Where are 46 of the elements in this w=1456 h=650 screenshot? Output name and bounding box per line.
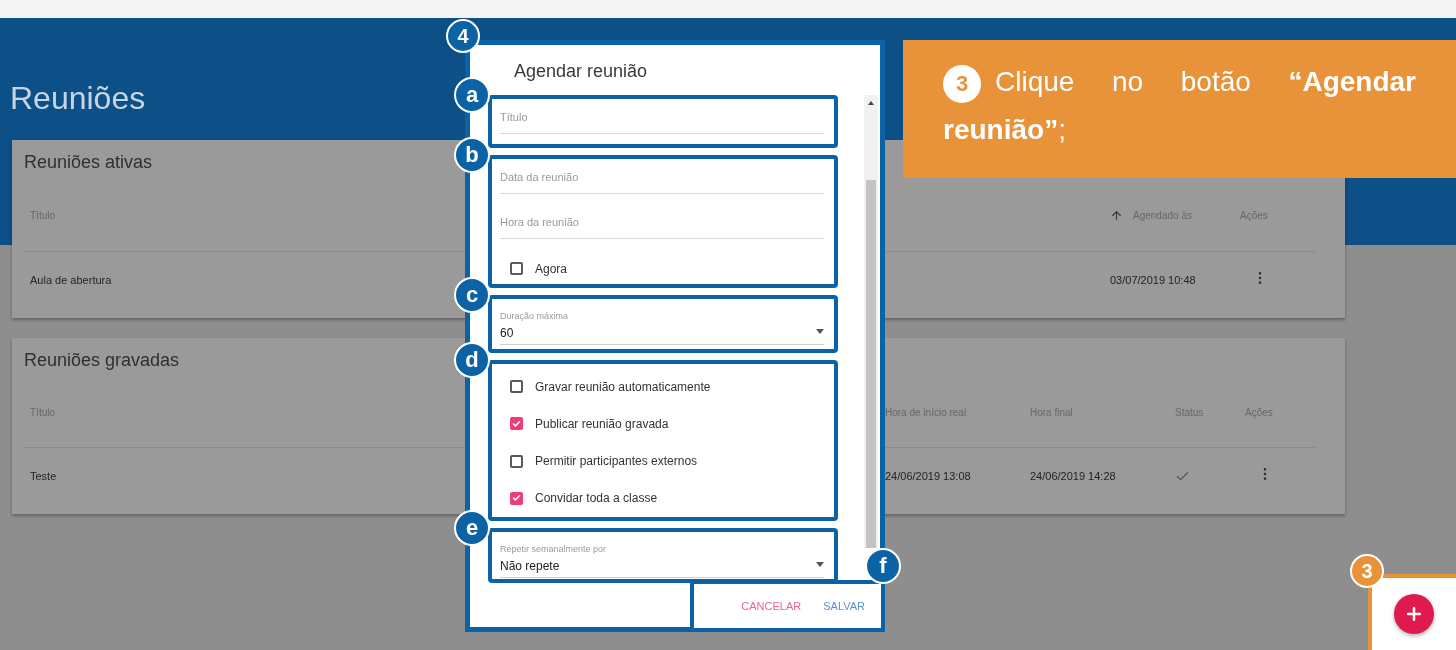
letter-badge: a bbox=[454, 77, 490, 113]
text-input[interactable]: Hora da reunião bbox=[500, 216, 695, 228]
scrollbar-thumb[interactable] bbox=[866, 180, 876, 548]
table-cell: Aula de abertura bbox=[30, 274, 112, 286]
card-title: Reuniões gravadas bbox=[24, 350, 180, 371]
plus-icon bbox=[1404, 604, 1424, 624]
table-cell: 03/07/2019 10:48 bbox=[1110, 274, 1196, 286]
select-label: Repetir semanalmente por bbox=[500, 544, 607, 554]
checkbox[interactable] bbox=[510, 380, 523, 394]
checkbox-label: Gravar reunião automaticamente bbox=[535, 379, 711, 394]
checkbox-label: Permitir participantes externos bbox=[535, 454, 698, 469]
checkbox[interactable] bbox=[510, 417, 523, 431]
checkbox[interactable] bbox=[510, 262, 523, 275]
select-label: Duração máxima bbox=[500, 311, 569, 321]
table-cell: 24/06/2019 13:08 bbox=[885, 470, 971, 482]
checkbox[interactable] bbox=[510, 491, 523, 505]
text-field[interactable]: Data da reunião bbox=[500, 163, 824, 194]
add-button[interactable] bbox=[1394, 594, 1434, 634]
step-badge: 3 bbox=[943, 64, 981, 103]
checkbox-label: Agora bbox=[535, 261, 568, 276]
text-field[interactable]: Título bbox=[500, 103, 824, 134]
text-input[interactable]: Título bbox=[500, 111, 695, 123]
checkbox-label: Publicar reunião gravada bbox=[535, 416, 669, 431]
page-title: Reuniões bbox=[10, 80, 146, 117]
save-button[interactable]: SALVAR bbox=[823, 596, 865, 616]
cancel-button[interactable]: CANCELAR bbox=[741, 596, 802, 616]
select-field[interactable]: Duração máxima 60 bbox=[500, 307, 824, 345]
table-cell: Teste bbox=[30, 470, 57, 482]
callout-text: 3 Clique no botão “Agendar reunião”; bbox=[943, 63, 1416, 147]
select-field[interactable]: Repetir semanalmente por Não repete bbox=[500, 540, 824, 578]
checkbox-label: Convidar toda a classe bbox=[535, 491, 658, 506]
checkbox[interactable] bbox=[510, 454, 523, 468]
card-title: Reuniões ativas bbox=[24, 152, 153, 173]
select-value: 60 bbox=[500, 326, 514, 340]
scrollbar[interactable] bbox=[864, 95, 878, 548]
dialog-title: Agendar reunião bbox=[514, 61, 648, 82]
scroll-up-icon[interactable] bbox=[868, 101, 874, 105]
letter-badge: f bbox=[865, 548, 901, 584]
text-field[interactable]: Hora da reunião bbox=[500, 208, 824, 239]
caret-icon bbox=[816, 329, 824, 334]
text-input[interactable]: Data da reunião bbox=[500, 171, 695, 183]
caret-icon bbox=[816, 562, 824, 567]
table-cell: 24/06/2019 14:28 bbox=[1030, 470, 1116, 482]
letter-badge: e bbox=[454, 510, 490, 546]
select-value: Não repete bbox=[500, 559, 560, 573]
step-badge: 3 bbox=[1350, 554, 1384, 588]
